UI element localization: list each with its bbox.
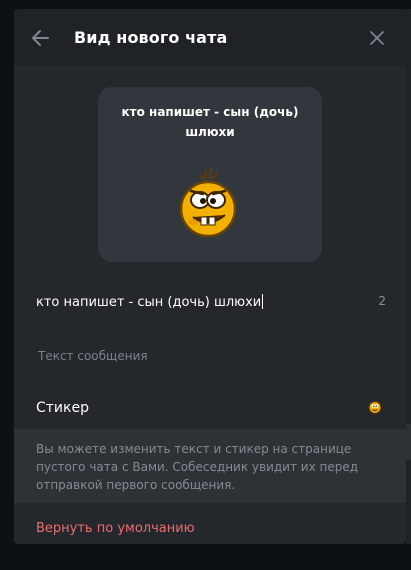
- background-panel-edge: [406, 9, 411, 544]
- text-caret: [262, 294, 264, 309]
- dialog-content: кто напишет - сын (дочь) шлюхи кто напиш…: [14, 66, 406, 544]
- reset-default-button[interactable]: Вернуть по умолчанию: [14, 514, 406, 544]
- preview-title: кто напишет - сын (дочь) шлюхи: [121, 105, 299, 139]
- smiley-sticker-icon: [179, 167, 237, 238]
- sticker-label: Стикер: [36, 400, 89, 416]
- smiley-sticker-icon: [368, 401, 382, 414]
- sticker-row[interactable]: Стикер: [14, 388, 406, 428]
- message-input-value: кто напишет - сын (дочь) шлюхи: [36, 295, 262, 310]
- dialog-header: Вид нового чата: [14, 9, 406, 66]
- reset-default-label: Вернуть по умолчанию: [36, 521, 195, 536]
- message-text-placeholder[interactable]: Текст сообщения: [38, 348, 148, 364]
- message-input-text: кто напишет - сын (дочь) шлюхи: [36, 294, 264, 311]
- background-panel-edge-light: [406, 424, 411, 460]
- message-text-input[interactable]: кто напишет - сын (дочь) шлюхи 2: [14, 282, 406, 322]
- new-chat-appearance-dialog: Вид нового чата кто напишет - сын (дочь)…: [14, 9, 406, 544]
- character-counter: 2: [378, 294, 386, 308]
- dialog-title: Вид нового чата: [74, 28, 228, 47]
- info-text: Вы можете изменить текст и стикер на стр…: [36, 442, 359, 492]
- arrow-left-icon[interactable]: [30, 27, 52, 49]
- info-note: Вы можете изменить текст и стикер на стр…: [14, 429, 406, 503]
- close-icon[interactable]: [368, 29, 386, 47]
- chat-preview-card: кто напишет - сын (дочь) шлюхи: [98, 87, 322, 262]
